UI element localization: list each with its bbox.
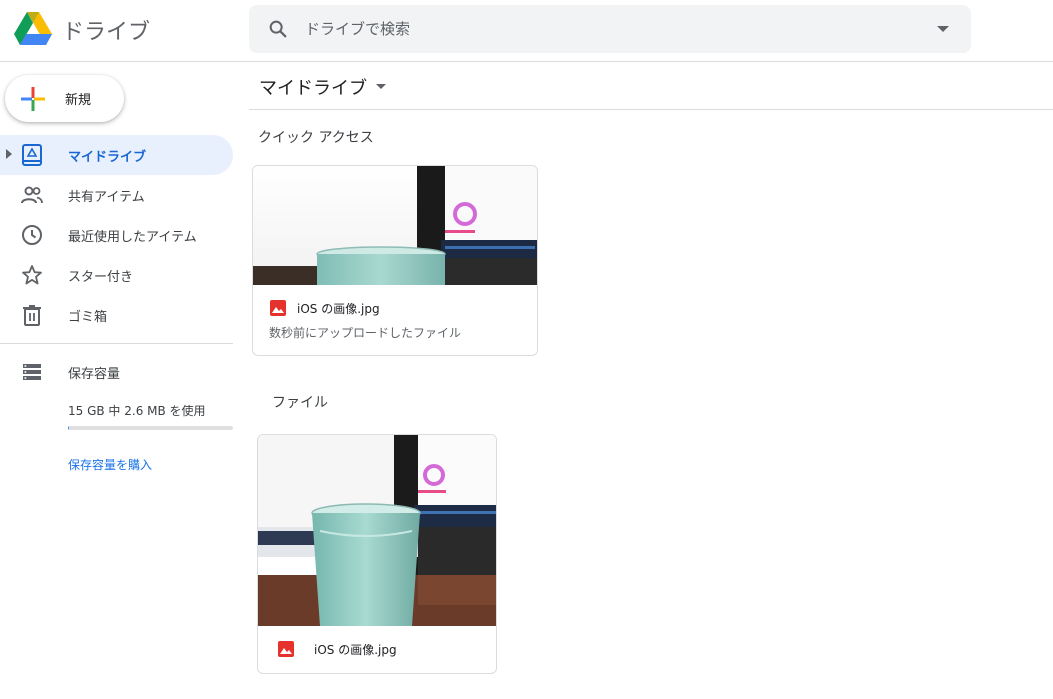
sidebar-item-storage[interactable]: 保存容量 xyxy=(0,352,233,392)
file-thumbnail xyxy=(258,435,496,626)
sidebar-item-shared[interactable]: 共有アイテム xyxy=(0,175,233,215)
search-icon[interactable] xyxy=(267,18,289,40)
sidebar-item-label: 最近使用したアイテム xyxy=(68,230,197,245)
star-icon xyxy=(22,265,42,285)
file-thumbnail xyxy=(253,166,537,285)
trash-icon xyxy=(23,305,41,326)
buy-storage-link[interactable]: 保存容量を購入 xyxy=(68,456,152,473)
search-bar[interactable] xyxy=(249,5,971,53)
my-drive-icon xyxy=(22,144,42,166)
sidebar-item-label: スター付き xyxy=(68,270,134,285)
sidebar-divider xyxy=(0,343,233,344)
people-icon xyxy=(21,186,43,204)
file-card[interactable]: iOS の画像.jpg xyxy=(257,434,497,674)
new-button[interactable]: 新規 xyxy=(5,75,124,122)
search-options-chevron-down-icon[interactable] xyxy=(937,26,949,32)
clock-icon xyxy=(22,225,42,245)
storage-label: 保存容量 xyxy=(68,367,121,382)
top-bar: ドライブ xyxy=(0,0,1053,62)
storage-usage-text: 15 GB 中 2.6 MB を使用 xyxy=(68,404,206,418)
sidebar-item-trash[interactable]: ゴミ箱 xyxy=(0,295,233,335)
file-name: iOS の画像.jpg xyxy=(297,302,380,316)
search-input[interactable] xyxy=(305,5,905,53)
sidebar-item-label: マイドライブ xyxy=(68,150,147,165)
storage-progress-fill xyxy=(68,426,69,430)
title-chevron-down-icon[interactable] xyxy=(376,84,386,89)
sidebar-item-recent[interactable]: 最近使用したアイテム xyxy=(0,215,233,255)
file-name: iOS の画像.jpg xyxy=(314,643,397,657)
image-file-icon xyxy=(278,641,294,657)
main-header: マイドライブ xyxy=(249,62,1053,110)
new-button-label: 新規 xyxy=(65,93,92,108)
page-title[interactable]: マイドライブ xyxy=(259,74,367,100)
storage-icon xyxy=(23,364,41,380)
drive-logo-icon[interactable] xyxy=(14,12,52,46)
storage-progress-bar xyxy=(68,426,233,430)
files-section-label: ファイル xyxy=(272,395,328,411)
file-subtitle: 数秒前にアップロードしたファイル xyxy=(269,326,462,340)
sidebar-item-label: ゴミ箱 xyxy=(68,310,108,325)
app-name[interactable]: ドライブ xyxy=(62,14,150,46)
sidebar-item-starred[interactable]: スター付き xyxy=(0,255,233,295)
sidebar-item-label: 共有アイテム xyxy=(68,190,145,205)
quick-access-card[interactable]: iOS の画像.jpg 数秒前にアップロードしたファイル xyxy=(252,165,538,356)
expand-arrow-icon[interactable] xyxy=(6,149,12,159)
quick-access-label: クイック アクセス xyxy=(258,130,374,146)
image-file-icon xyxy=(270,300,286,316)
sidebar-item-my-drive[interactable]: マイドライブ xyxy=(0,135,233,175)
plus-icon xyxy=(21,87,45,111)
